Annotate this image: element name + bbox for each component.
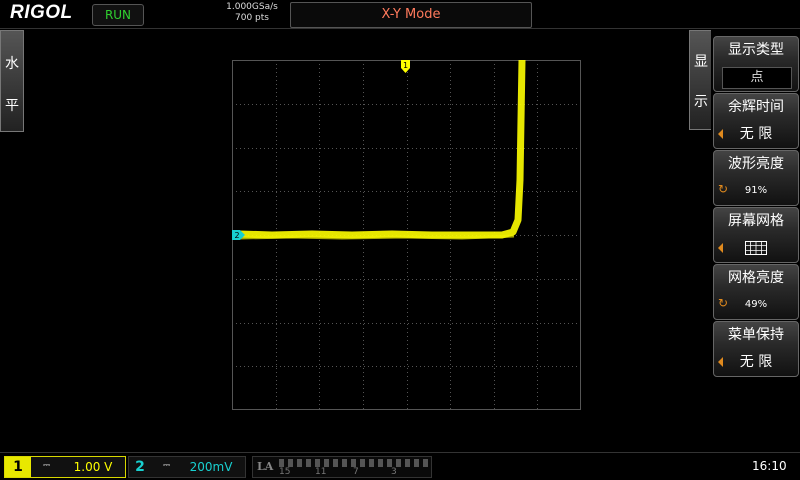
grid-type-icon [720,238,792,258]
horizontal-tab-label-2: 平 [5,98,19,114]
menu-waveform-intensity[interactable]: 波形亮度 ↻ 91% [713,150,799,206]
menu-hold-value: 无 限 [739,354,773,370]
display-tab-label-1: 显 [694,54,708,70]
persistence-time-value: 无 限 [739,126,773,142]
persistence-time-label: 余辉时间 [728,99,784,115]
memory-depth: 700 pts [235,13,269,23]
grid-svg: 1 2 [232,60,581,410]
xy-trace [234,60,526,240]
mode-title: X-Y Mode [381,7,441,22]
menu-display-type[interactable]: 显示类型 点 [713,36,799,92]
mode-bar: X-Y Mode [290,2,532,28]
screen-grid-label: 屏幕网格 [728,213,784,229]
horizontal-menu-tab[interactable]: 水 平 [0,30,24,132]
run-stop-status[interactable]: RUN [92,4,144,26]
xy-trace-noise [237,234,515,240]
ch1-status[interactable]: 1 ⎓ 1.00 V [4,456,126,478]
top-divider [0,28,800,29]
logic-analyzer-status[interactable]: LA 15 11 7 3 [252,456,432,478]
display-type-label: 显示类型 [728,42,784,58]
ch1-marker-top[interactable]: 1 [401,60,410,73]
menu-persistence-time[interactable]: 余辉时间 无 限 [713,93,799,149]
waveform-intensity-value: 91% [744,185,768,196]
grid-brightness-value: 49% [744,299,768,310]
bottom-bar: 1 ⎓ 1.00 V 2 ⎓ 200mV LA 15 11 7 3 16:10 [0,452,800,480]
la-label: LA [257,460,274,473]
top-bar: RIGOL RUN 1.000GSa/s 700 pts X-Y Mode [0,0,800,28]
ch2-number: 2 [135,459,145,475]
sample-rate: 1.000GSa/s [226,2,278,12]
ch1-number: 1 [5,457,31,477]
la-index: 11 [315,467,327,477]
la-index: 7 [353,467,359,477]
grid-brightness-label: 网格亮度 [728,270,784,286]
la-index: 3 [391,467,397,477]
menu-hold[interactable]: 菜单保持 无 限 [713,321,799,377]
menu-grid-brightness[interactable]: 网格亮度 ↻ 49% [713,264,799,320]
svg-text:2: 2 [234,231,239,240]
menu-screen-grid[interactable]: 屏幕网格 [713,207,799,263]
display-type-value: 点 [722,67,792,89]
ch1-scale: 1.00 V [73,460,113,474]
svg-text:1: 1 [403,61,408,70]
waveform-intensity-label: 波形亮度 [728,156,784,172]
horizontal-tab-label-1: 水 [5,56,19,72]
dc-coupling-icon: ⎓ [163,461,171,471]
brand-logo: RIGOL [10,2,73,23]
display-menu-tab[interactable]: 显 示 [689,30,713,130]
dc-coupling-icon: ⎓ [43,461,51,471]
la-channel-bits [279,459,429,467]
la-index: 15 [279,467,291,477]
system-clock: 16:10 [752,459,787,473]
menu-hold-label: 菜单保持 [728,327,784,343]
display-tab-label-2: 示 [694,94,708,110]
ch2-scale: 200mV [189,460,233,474]
acquisition-info: 1.000GSa/s 700 pts [222,2,282,24]
waveform-grid: 1 2 [232,60,581,410]
ch2-status[interactable]: 2 ⎓ 200mV [128,456,246,478]
display-menu: 显示类型 点 余辉时间 无 限 波形亮度 ↻ 91% 屏幕网格 网格亮度 ↻ 4… [711,30,800,450]
